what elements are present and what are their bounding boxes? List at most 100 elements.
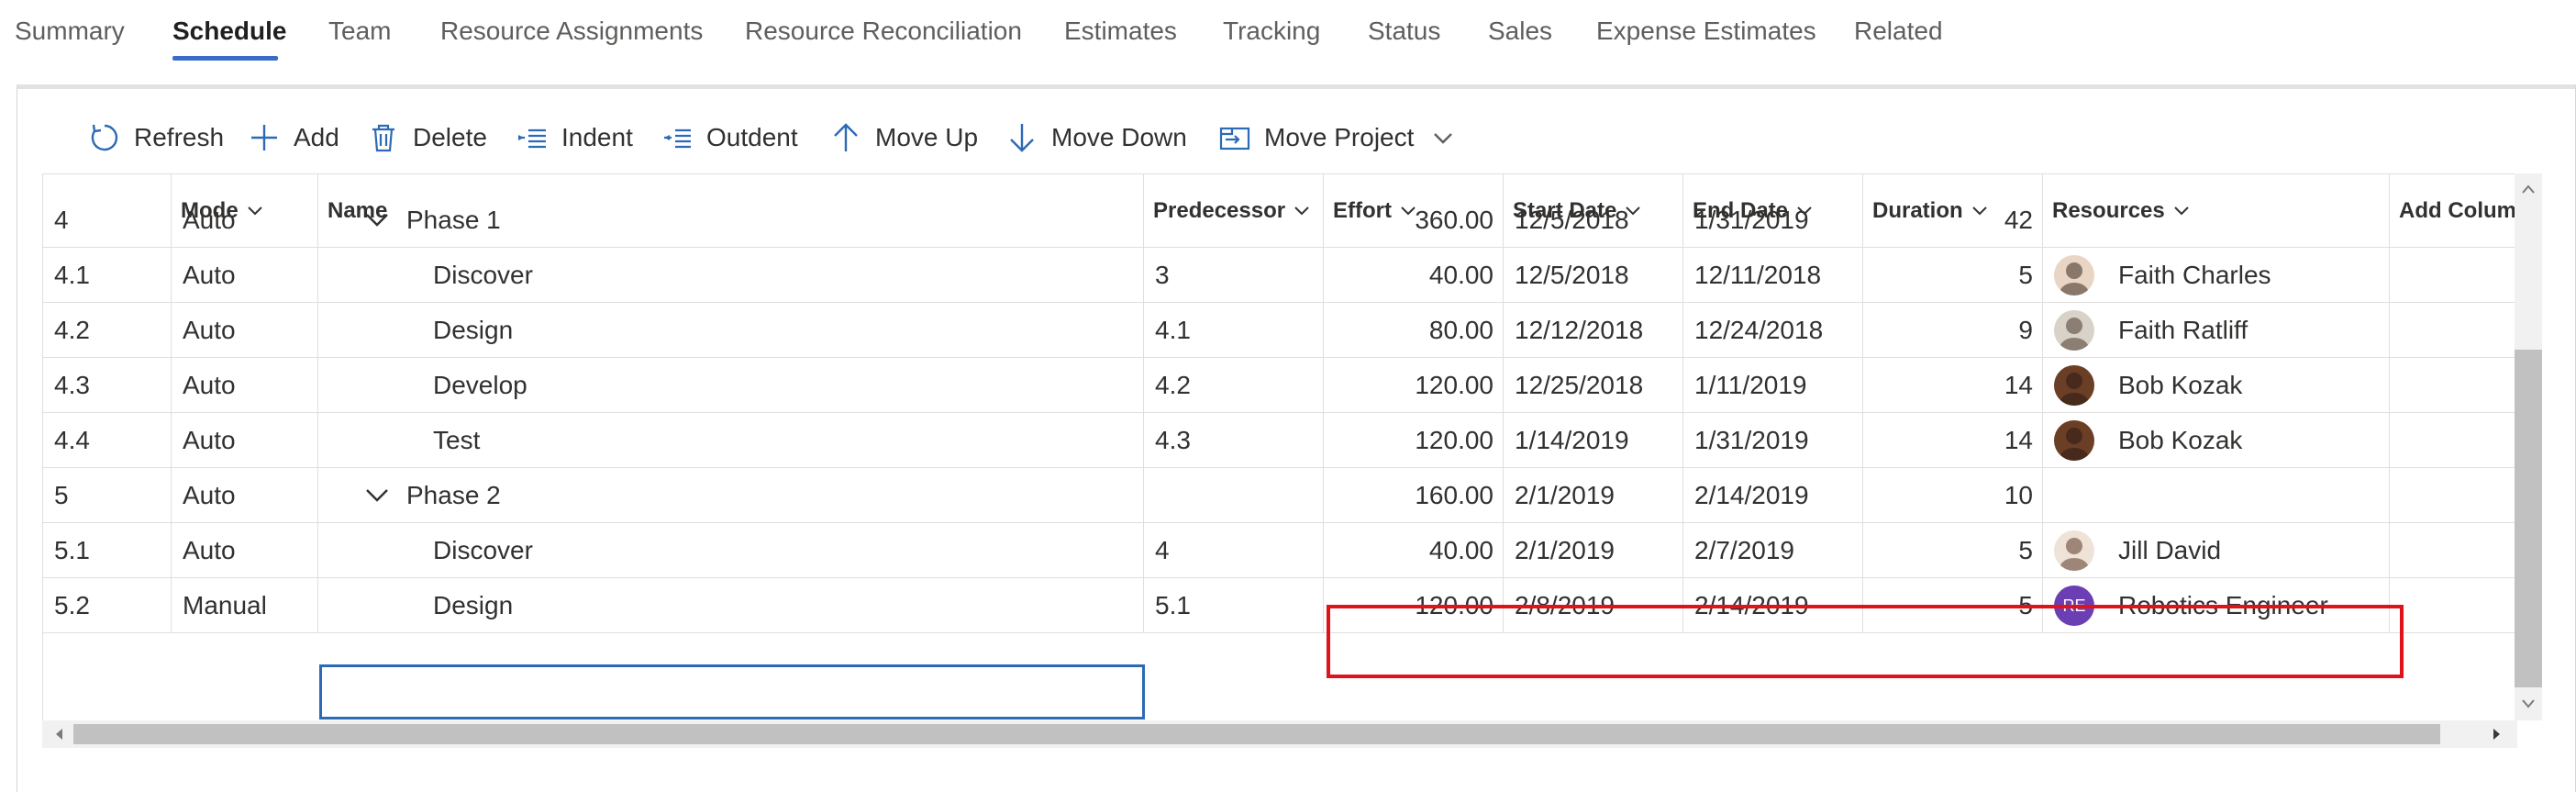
duration-cell[interactable]: 14 — [1863, 358, 2043, 413]
task-name-cell[interactable]: Develop — [318, 358, 1144, 413]
predecessor-cell[interactable] — [1144, 193, 1324, 248]
effort-cell[interactable]: 360.00 — [1324, 193, 1504, 248]
end-date-cell[interactable]: 1/31/2019 — [1683, 413, 1863, 468]
tab-estimates[interactable]: Estimates — [1064, 17, 1177, 46]
tab-related[interactable]: Related — [1854, 17, 1943, 46]
scroll-left-arrow-icon[interactable] — [48, 723, 70, 745]
predecessor-cell[interactable]: 4.1 — [1144, 303, 1324, 358]
summary-task-row[interactable]: 4 Auto Phase 1 360.00 12/5/2018 1/31/2019 42 — [43, 193, 2517, 248]
tab-resource-reconciliation[interactable]: Resource Reconciliation — [745, 17, 1022, 46]
start-date-cell[interactable]: 12/12/2018 — [1504, 303, 1683, 358]
delete-button[interactable]: Delete — [367, 115, 487, 161]
predecessor-cell[interactable]: 4.2 — [1144, 358, 1324, 413]
predecessor-cell[interactable] — [1144, 468, 1324, 523]
task-id-cell[interactable]: 4.2 — [43, 303, 172, 358]
start-date-cell[interactable]: 2/1/2019 — [1504, 468, 1683, 523]
tab-sales[interactable]: Sales — [1488, 17, 1552, 46]
start-date-cell[interactable]: 1/14/2019 — [1504, 413, 1683, 468]
task-row[interactable]: 5.1 Auto Discover 4 40.00 2/1/2019 2/7/2019 5 Ji… — [43, 523, 2517, 578]
outdent-button[interactable]: Outdent — [661, 115, 798, 161]
resources-cell[interactable]: Faith Charles — [2043, 248, 2390, 303]
tab-team[interactable]: Team — [328, 17, 391, 46]
refresh-button[interactable]: Refresh — [88, 115, 224, 161]
duration-cell[interactable]: 14 — [1863, 413, 2043, 468]
resources-cell[interactable]: Jill David — [2043, 523, 2390, 578]
scroll-down-arrow-icon[interactable] — [2517, 693, 2539, 715]
effort-cell[interactable]: 40.00 — [1324, 248, 1504, 303]
tab-expense-estimates[interactable]: Expense Estimates — [1596, 17, 1816, 46]
add-button[interactable]: Add — [248, 115, 339, 161]
add-column-cell[interactable] — [2390, 193, 2517, 248]
resources-cell[interactable] — [2043, 468, 2390, 523]
task-name-cell[interactable]: Phase 1 — [318, 193, 1144, 248]
resources-cell[interactable] — [2043, 193, 2390, 248]
end-date-cell[interactable]: 1/11/2019 — [1683, 358, 1863, 413]
mode-cell[interactable]: Auto — [172, 468, 318, 523]
resources-cell[interactable]: Bob Kozak — [2043, 413, 2390, 468]
task-name-cell[interactable]: Discover — [318, 248, 1144, 303]
mode-cell[interactable]: Auto — [172, 248, 318, 303]
tab-resource-assignments[interactable]: Resource Assignments — [440, 17, 703, 46]
scroll-right-arrow-icon[interactable] — [2486, 723, 2508, 745]
task-row[interactable]: 4.3 Auto Develop 4.2 120.00 12/25/2018 1/11/20… — [43, 358, 2517, 413]
tab-tracking[interactable]: Tracking — [1223, 17, 1320, 46]
tab-summary[interactable]: Summary — [15, 17, 125, 46]
vertical-scroll-thumb[interactable] — [2515, 350, 2542, 687]
task-row[interactable]: 4.1 Auto Discover 3 40.00 12/5/2018 12/11/2018… — [43, 248, 2517, 303]
effort-cell[interactable]: 40.00 — [1324, 523, 1504, 578]
effort-cell[interactable]: 160.00 — [1324, 468, 1504, 523]
duration-cell[interactable]: 9 — [1863, 303, 2043, 358]
predecessor-cell[interactable]: 3 — [1144, 248, 1324, 303]
duration-cell[interactable]: 5 — [1863, 523, 2043, 578]
collapse-chevron-icon[interactable] — [364, 487, 390, 504]
mode-cell[interactable]: Auto — [172, 358, 318, 413]
start-date-cell[interactable]: 12/5/2018 — [1504, 193, 1683, 248]
start-date-cell[interactable]: 12/25/2018 — [1504, 358, 1683, 413]
start-date-cell[interactable]: 2/1/2019 — [1504, 523, 1683, 578]
task-id-cell[interactable]: 5 — [43, 468, 172, 523]
task-name-cell[interactable]: Design — [318, 303, 1144, 358]
end-date-cell[interactable]: 2/7/2019 — [1683, 523, 1863, 578]
summary-task-row[interactable]: 5 Auto Phase 2 160.00 2/1/2019 2/14/2019 10 — [43, 468, 2517, 523]
move-up-button[interactable]: Move Up — [829, 115, 978, 161]
task-name-cell[interactable]: Design — [318, 578, 1144, 633]
tab-status[interactable]: Status — [1368, 17, 1440, 46]
move-down-button[interactable]: Move Down — [1005, 115, 1187, 161]
task-id-cell[interactable]: 4.4 — [43, 413, 172, 468]
duration-cell[interactable]: 5 — [1863, 248, 2043, 303]
add-column-cell[interactable] — [2390, 413, 2517, 468]
effort-cell[interactable]: 120.00 — [1324, 358, 1504, 413]
effort-cell[interactable]: 120.00 — [1324, 413, 1504, 468]
end-date-cell[interactable]: 12/24/2018 — [1683, 303, 1863, 358]
tab-schedule[interactable]: Schedule — [172, 17, 286, 46]
mode-cell[interactable]: Auto — [172, 303, 318, 358]
task-id-cell[interactable]: 4 — [43, 193, 172, 248]
task-name-cell[interactable]: Phase 2 — [318, 468, 1144, 523]
duration-cell[interactable]: 42 — [1863, 193, 2043, 248]
task-name-cell[interactable]: Test — [318, 413, 1144, 468]
task-name-cell[interactable]: Discover — [318, 523, 1144, 578]
task-id-cell[interactable]: 4.1 — [43, 248, 172, 303]
predecessor-cell[interactable]: 4.3 — [1144, 413, 1324, 468]
move-project-button[interactable]: Move Project — [1218, 115, 1460, 161]
mode-cell[interactable]: Auto — [172, 523, 318, 578]
add-column-cell[interactable] — [2390, 578, 2517, 633]
task-row[interactable]: 4.4 Auto Test 4.3 120.00 1/14/2019 1/31/2019 14… — [43, 413, 2517, 468]
scroll-up-arrow-icon[interactable] — [2517, 178, 2539, 200]
end-date-cell[interactable]: 1/31/2019 — [1683, 193, 1863, 248]
new-task-name-input[interactable] — [319, 664, 1145, 719]
indent-button[interactable]: Indent — [516, 115, 633, 161]
horizontal-scroll-thumb[interactable] — [73, 724, 2440, 744]
collapse-chevron-icon[interactable] — [364, 212, 390, 229]
task-row[interactable]: 4.2 Auto Design 4.1 80.00 12/12/2018 12/24/201… — [43, 303, 2517, 358]
mode-cell[interactable]: Auto — [172, 193, 318, 248]
end-date-cell[interactable]: 2/14/2019 — [1683, 468, 1863, 523]
duration-cell[interactable]: 10 — [1863, 468, 2043, 523]
start-date-cell[interactable]: 12/5/2018 — [1504, 248, 1683, 303]
resources-cell[interactable]: Faith Ratliff — [2043, 303, 2390, 358]
mode-cell[interactable]: Manual — [172, 578, 318, 633]
end-date-cell[interactable]: 12/11/2018 — [1683, 248, 1863, 303]
add-column-cell[interactable] — [2390, 248, 2517, 303]
task-id-cell[interactable]: 4.3 — [43, 358, 172, 413]
add-column-cell[interactable] — [2390, 468, 2517, 523]
